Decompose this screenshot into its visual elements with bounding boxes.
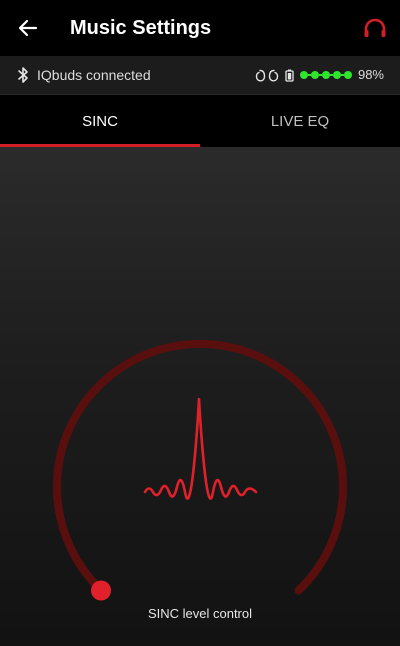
sinc-level-knob[interactable] <box>91 580 111 601</box>
app-bar: Music Settings <box>0 0 400 56</box>
bluetooth-icon <box>18 67 28 83</box>
page-title: Music Settings <box>70 17 212 39</box>
battery-percentage: 98% <box>357 67 384 82</box>
battery-level-indicator <box>299 71 352 79</box>
battery-status: 98% <box>255 66 384 84</box>
headphones-button[interactable] <box>360 13 390 43</box>
connection-status-bar: IQbuds connected 98% <box>0 56 400 95</box>
charging-case-icon <box>285 69 294 82</box>
tab-bar: SINC LIVE EQ <box>0 95 400 147</box>
back-button[interactable] <box>12 12 44 44</box>
headphones-icon <box>364 18 386 37</box>
sinc-wave-icon <box>143 397 258 500</box>
sinc-dial-track <box>53 340 347 595</box>
sinc-level-label: SINC level control <box>147 606 253 621</box>
left-earbud-icon <box>255 69 266 82</box>
tab-live-eq-label: LIVE EQ <box>270 112 330 130</box>
music-settings-screen: Music Settings IQbuds connected 98% SINC… <box>0 0 400 646</box>
connection-status-text: IQbuds connected <box>37 67 151 83</box>
right-earbud-icon <box>268 69 279 82</box>
tab-live-eq[interactable]: LIVE EQ <box>200 95 400 147</box>
sinc-panel: SINC level control <box>0 147 400 646</box>
tab-sinc-label: SINC <box>82 112 118 130</box>
sinc-level-dial[interactable] <box>0 147 400 646</box>
arrow-left-icon <box>18 19 38 37</box>
tab-sinc[interactable]: SINC <box>0 95 200 147</box>
